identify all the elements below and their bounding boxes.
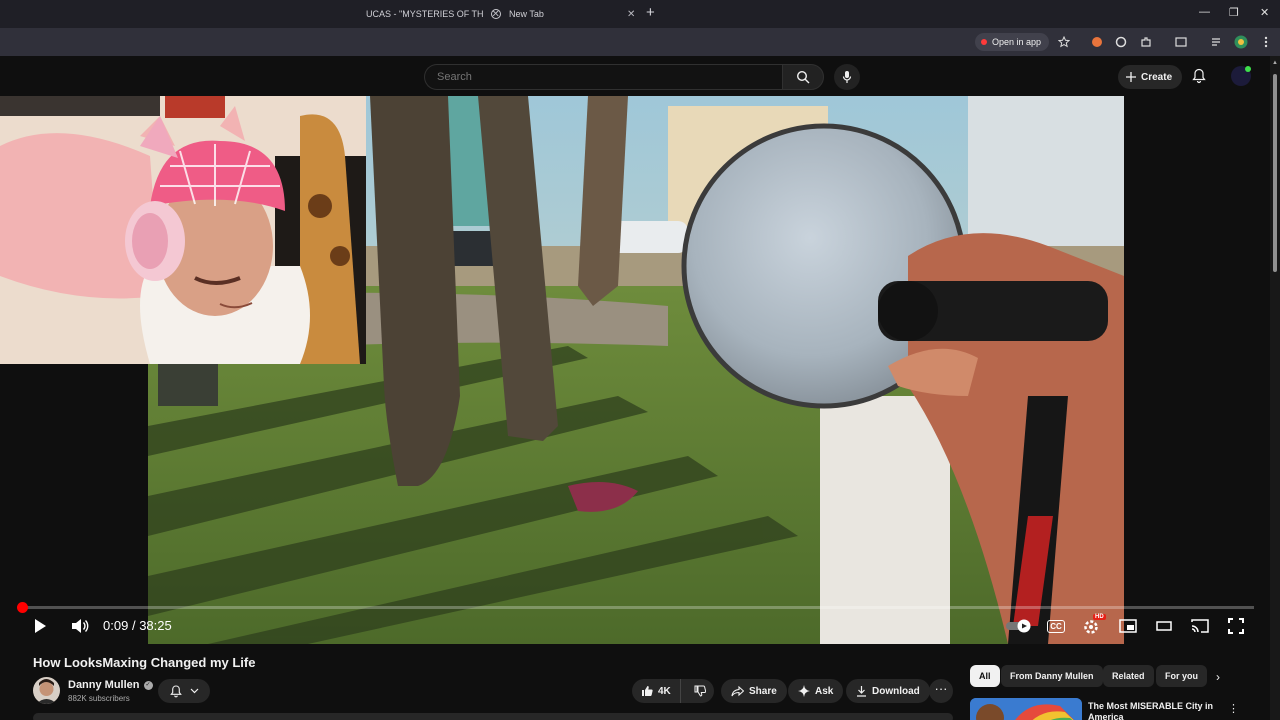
autoplay-toggle[interactable] — [1005, 616, 1035, 636]
more-actions-button[interactable]: ··· — [929, 679, 953, 703]
video-player[interactable]: 0:09 / 38:25 CC HD — [0, 96, 1270, 644]
recommended-video-title[interactable]: The Most MISERABLE City in America — [1088, 701, 1238, 720]
channel-avatar[interactable] — [33, 677, 60, 704]
like-dislike-group: 4K — [632, 679, 714, 703]
voice-search-button[interactable] — [834, 64, 860, 90]
minimize-button[interactable]: — — [1199, 6, 1210, 18]
share-label: Share — [749, 685, 777, 697]
fullscreen-icon — [1228, 618, 1244, 634]
create-button[interactable]: Create — [1118, 65, 1183, 89]
play-icon — [35, 619, 46, 633]
total-time: 38:25 — [139, 618, 172, 633]
open-in-app-button[interactable]: Open in app — [975, 33, 1050, 51]
microphone-icon — [842, 71, 852, 83]
bookmark-star-icon[interactable] — [1057, 35, 1071, 49]
chip-all[interactable]: All — [970, 665, 1000, 687]
subscriber-count: 882K subscribers — [68, 694, 130, 703]
download-icon — [857, 686, 866, 697]
streamer-webcam-overlay — [0, 96, 366, 364]
dislike-button[interactable] — [686, 685, 706, 697]
close-window-button[interactable]: ✕ — [1260, 6, 1269, 19]
download-label: Download — [872, 685, 920, 697]
thumbs-down-icon — [694, 685, 706, 697]
time-display: 0:09 / 38:25 — [103, 618, 172, 633]
media-controls-icon[interactable] — [1210, 35, 1224, 49]
recommended-video-thumbnail[interactable] — [970, 698, 1082, 720]
chevron-right-icon[interactable]: › — [1216, 670, 1220, 684]
channel-name[interactable]: Danny Mullen ✓ — [68, 679, 153, 691]
address-bar[interactable] — [366, 30, 966, 54]
search-button[interactable] — [782, 64, 824, 90]
profile-icon[interactable] — [1234, 35, 1248, 49]
tab-new-tab[interactable]: New Tab ✕ — [491, 2, 635, 26]
extension-fox-icon[interactable] — [1090, 35, 1104, 49]
youtube-dot-icon — [981, 39, 987, 45]
youtube-header: Create — [0, 56, 1270, 96]
cast-button[interactable] — [1189, 616, 1211, 636]
fullscreen-button[interactable] — [1226, 616, 1246, 636]
browser-tab-bar: UCAS - "MYSTERIES OF TH ✕ New Tab ✕ + — … — [0, 0, 1280, 28]
page-scrollbar[interactable]: ▲ — [1270, 56, 1280, 720]
tab-close-icon[interactable]: ✕ — [627, 9, 635, 20]
notification-settings-button[interactable] — [158, 679, 210, 703]
browser-toolbar: Open in app — [0, 28, 1280, 56]
user-avatar[interactable] — [1231, 66, 1251, 86]
miniplayer-button[interactable] — [1118, 616, 1138, 636]
theater-mode-button[interactable] — [1154, 616, 1174, 636]
chip-for-you[interactable]: For you — [1156, 665, 1207, 687]
tab-title: New Tab — [509, 9, 544, 19]
settings-button[interactable]: HD — [1081, 614, 1106, 636]
play-button[interactable] — [30, 616, 50, 636]
restore-button[interactable]: ❐ — [1229, 6, 1239, 19]
ask-label: Ask — [815, 685, 834, 697]
download-button[interactable]: Download — [846, 679, 930, 703]
webcam-feed-image — [0, 96, 366, 364]
tab-ucas[interactable]: UCAS - "MYSTERIES OF TH ✕ — [366, 2, 500, 26]
chip-from-channel[interactable]: From Danny Mullen — [1001, 665, 1103, 687]
channel-name-text: Danny Mullen — [68, 679, 140, 691]
thumbs-up-icon — [642, 686, 653, 696]
hd-badge: HD — [1093, 614, 1106, 620]
mute-button[interactable] — [70, 616, 90, 636]
progress-scrubber[interactable] — [17, 602, 28, 613]
globe-icon — [491, 9, 501, 19]
verified-check-icon: ✓ — [143, 680, 153, 690]
extension-shield-icon[interactable] — [1114, 35, 1128, 49]
volume-icon — [72, 619, 89, 633]
recommended-more-icon[interactable]: ⋮ — [1228, 702, 1239, 715]
search-icon — [796, 70, 810, 84]
cast-tab-icon[interactable] — [1174, 35, 1188, 49]
extensions-puzzle-icon[interactable] — [1139, 35, 1153, 49]
scroll-up-arrow-icon[interactable]: ▲ — [1272, 60, 1278, 66]
bell-icon — [169, 684, 182, 697]
video-title: How LooksMaxing Changed my Life — [33, 655, 256, 670]
chevron-down-icon — [190, 688, 198, 694]
create-label: Create — [1141, 71, 1173, 83]
cast-icon — [1191, 619, 1209, 633]
search-input[interactable] — [424, 64, 782, 90]
plus-icon — [1126, 72, 1136, 82]
theater-icon — [1156, 621, 1172, 631]
chip-related[interactable]: Related — [1103, 665, 1154, 687]
autoplay-toggle-icon — [1006, 619, 1031, 633]
captions-button[interactable]: CC — [1046, 616, 1066, 636]
notifications-bell-icon[interactable] — [1192, 68, 1206, 89]
browser-menu-icon[interactable] — [1259, 35, 1273, 49]
captions-icon: CC — [1047, 619, 1065, 633]
progress-bar[interactable] — [23, 606, 1254, 609]
description-box[interactable] — [33, 713, 953, 720]
like-button[interactable]: 4K — [632, 679, 681, 703]
current-time: 0:09 — [103, 618, 129, 633]
share-button[interactable]: Share — [721, 679, 787, 703]
new-tab-button[interactable]: + — [646, 5, 655, 21]
miniplayer-icon — [1119, 619, 1137, 633]
sparkle-icon — [798, 685, 810, 697]
open-in-app-label: Open in app — [992, 37, 1042, 47]
time-separator: / — [131, 618, 136, 633]
share-icon — [731, 685, 744, 696]
scrollbar-thumb[interactable] — [1273, 74, 1277, 272]
like-count: 4K — [658, 685, 671, 697]
ask-button[interactable]: Ask — [788, 679, 844, 703]
tab-title: UCAS - "MYSTERIES OF TH — [366, 9, 484, 19]
